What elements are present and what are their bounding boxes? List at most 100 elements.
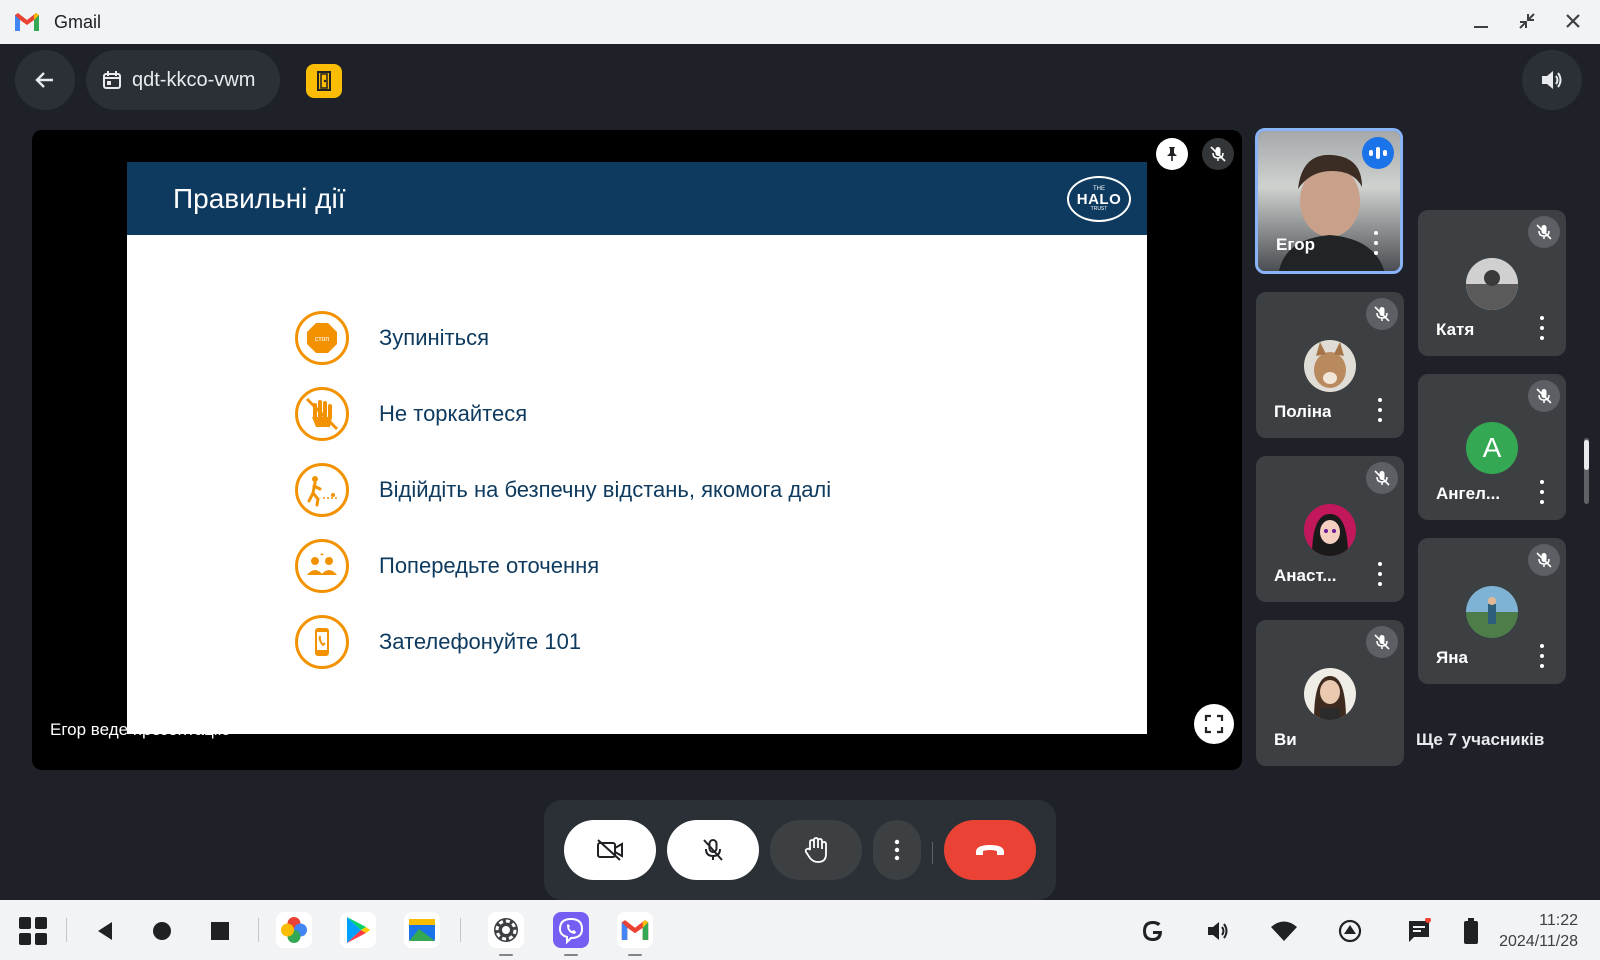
more-options-icon[interactable] [1532,480,1552,504]
mic-off-icon [1528,380,1560,412]
taskbar-divider [66,918,67,942]
raise-hand-button[interactable] [770,820,862,880]
avatar [1304,340,1356,392]
mic-off-icon [1528,216,1560,248]
avatar [1304,504,1356,556]
halo-trust-logo: THE HALO TRUST [1067,175,1131,222]
svg-text:стоп: стоп [315,336,330,343]
more-options-icon[interactable] [1366,231,1386,255]
more-vert-icon [894,839,900,861]
volume-icon[interactable] [1201,914,1235,948]
presenter-label: Егор веде презентацію [50,720,231,739]
settings-icon[interactable] [488,912,524,948]
arrow-back-icon [35,72,53,88]
participant-tile[interactable]: Поліна [1256,292,1404,438]
participant-name: Поліна [1274,402,1332,421]
more-options-icon[interactable] [1370,562,1390,586]
participant-tile[interactable]: Катя [1418,210,1566,356]
clock-time: 11:22 [1539,912,1578,929]
camera-toggle-button[interactable] [564,820,656,880]
speaker-button[interactable] [1522,50,1582,110]
mic-off-icon [1366,462,1398,494]
call-end-icon [976,845,1004,855]
volume-icon [1542,71,1562,89]
slide: Правильні дії THE HALO TRUST стоп Зупині… [127,162,1147,734]
hand-icon [804,837,827,863]
minimize-icon[interactable] [1468,8,1494,34]
gmail-icon[interactable] [617,912,653,948]
nav-back-icon[interactable] [88,914,122,948]
walk-away-icon [295,463,349,517]
taskbar: 11:22 2024/11/28 [0,900,1600,960]
mic-off-icon [703,839,723,861]
running-indicator [499,954,513,956]
breakout-door-button[interactable] [306,64,342,98]
speaking-indicator-icon [1362,137,1394,169]
running-indicator [564,954,578,956]
participant-tile[interactable]: A Ангел... [1418,374,1566,520]
mic-off-icon [1366,626,1398,658]
participant-tile[interactable]: Анаст... [1256,456,1404,602]
action-text: Не торкайтеся [379,401,528,426]
camera-off-icon [597,839,623,861]
nav-recents-icon[interactable] [203,914,237,948]
participant-name: Яна [1436,648,1468,667]
participant-name: Анаст... [1274,566,1337,585]
notifications-chat-icon[interactable] [1402,914,1436,948]
fullscreen-button[interactable] [1194,704,1234,744]
mic-off-icon [1366,298,1398,330]
leave-call-button[interactable] [944,820,1036,880]
action-list: стоп Зупиніться Не торкайтеся Відійдіть … [295,310,831,690]
window-titlebar: Gmail [0,0,1600,44]
play-store-icon[interactable] [340,912,376,948]
action-text: Зупиніться [379,325,489,350]
more-options-icon[interactable] [1532,644,1552,668]
controls-divider [932,842,933,864]
mic-toggle-button[interactable] [667,820,759,880]
more-options-icon[interactable] [1370,398,1390,422]
stop-sign-icon: стоп [295,311,349,365]
participant-tile[interactable]: Егор [1255,128,1403,274]
slide-header: Правильні дії THE HALO TRUST [127,162,1147,235]
participant-tile[interactable]: Ви [1256,620,1404,766]
restore-icon[interactable] [1514,8,1540,34]
presenter-muted-indicator [1202,138,1234,170]
taskbar-divider [258,918,259,942]
more-options-icon[interactable] [1532,316,1552,340]
action-text: Зателефонуйте 101 [379,629,582,654]
close-icon[interactable] [1560,8,1586,34]
system-clock: 11:22 2024/11/28 [1499,910,1578,952]
sync-status-icon[interactable] [1333,914,1367,948]
tiles-scrollbar[interactable] [1584,438,1589,504]
google-icon[interactable] [1136,914,1170,948]
wifi-icon[interactable] [1267,914,1301,948]
meeting-header: qdt-kkco-vwm [0,50,1600,112]
battery-icon [1454,914,1488,948]
taskbar-divider [460,918,461,942]
action-item: стоп Зупиніться [295,310,831,366]
more-participants-button[interactable]: Ще 7 учасників [1404,720,1557,760]
action-text: Відійдіть на безпечну відстань, якомога … [379,477,832,502]
phone-icon [295,615,349,669]
slides-icon[interactable] [404,912,440,948]
participant-name: Егор [1276,235,1315,254]
pin-button[interactable] [1156,138,1188,170]
meeting-code-chip[interactable]: qdt-kkco-vwm [86,50,280,110]
window-title: Gmail [54,11,102,32]
action-text: Попередьте оточення [379,553,600,578]
photos-icon[interactable] [276,912,312,948]
participant-name: Катя [1436,320,1475,339]
action-item: Відійдіть на безпечну відстань, якомога … [295,462,831,518]
meeting-code: qdt-kkco-vwm [132,68,256,91]
door-icon [317,71,331,91]
call-controls [544,800,1056,900]
viber-icon[interactable] [553,912,589,948]
more-options-button[interactable] [873,820,921,880]
app-grid-icon[interactable] [16,914,50,948]
back-button[interactable] [15,50,75,110]
mic-off-icon [1528,544,1560,576]
avatar [1466,258,1518,310]
participant-tile[interactable]: Яна [1418,538,1566,684]
no-touch-hand-icon [295,387,349,441]
nav-home-icon[interactable] [145,914,179,948]
